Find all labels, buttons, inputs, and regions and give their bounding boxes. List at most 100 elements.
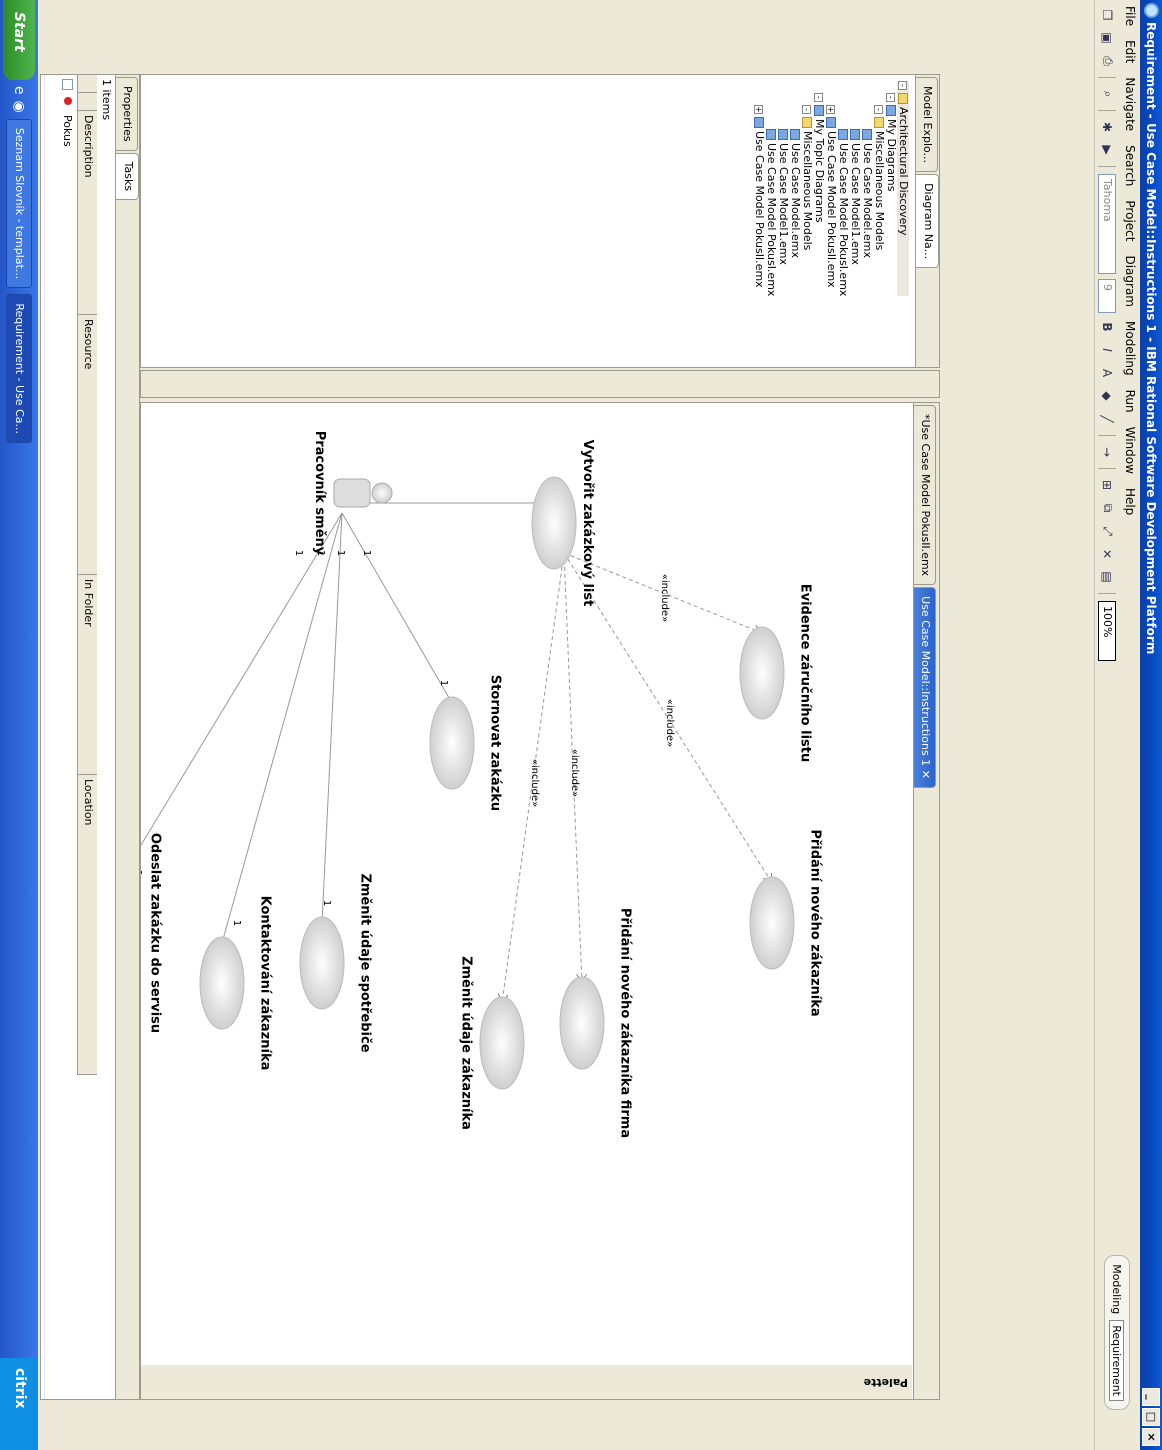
menu-edit[interactable]: Edit	[1123, 40, 1137, 63]
close-button[interactable]: ×	[1142, 1428, 1160, 1446]
expand-toggle-icon[interactable]: +	[826, 105, 836, 114]
tree-item-label: Miscellaneous Models	[801, 131, 814, 251]
debug-icon[interactable]: ✱	[1099, 118, 1117, 136]
main-usecase-label: Vytvořit zakázkový list	[580, 440, 595, 607]
include-label: «include»	[529, 759, 540, 807]
quicklaunch-app-icon[interactable]: ◉	[11, 101, 27, 113]
menu-file[interactable]: File	[1123, 6, 1137, 26]
expand-toggle-icon[interactable]: -	[886, 93, 896, 102]
usecase-ellipse[interactable]	[299, 916, 345, 1010]
layout-icon[interactable]: ⧉	[1099, 499, 1117, 517]
arrow-icon[interactable]: →	[1099, 443, 1117, 461]
association-edge[interactable]	[111, 512, 343, 894]
tree-item[interactable]: Use Case Model.emx	[789, 81, 802, 296]
quicklaunch-ie-icon[interactable]: e	[11, 86, 27, 95]
tree-item[interactable]: Use Case Model1.emx	[849, 81, 862, 296]
tree-item-label: Use Case Model PokusI.emx	[765, 143, 778, 297]
requirement-perspective[interactable]: Requirement	[1109, 1320, 1125, 1401]
usecase-ellipse[interactable]	[531, 476, 577, 570]
usecase-ellipse[interactable]	[739, 626, 785, 720]
usecase-ellipse[interactable]	[199, 936, 245, 1030]
taskbar-item-seznam[interactable]: Seznam Slovník - templat...	[6, 118, 32, 289]
palette-label: Palette	[863, 1376, 908, 1389]
font-size-combo[interactable]: 9	[1098, 279, 1117, 313]
usecase-ellipse[interactable]	[749, 876, 795, 970]
menu-navigate[interactable]: Navigate	[1123, 77, 1137, 131]
usecase-ellipse[interactable]	[559, 976, 605, 1070]
menu-window[interactable]: Window	[1123, 427, 1137, 474]
tree-item[interactable]: - Miscellaneous Models	[801, 81, 814, 296]
start-button[interactable]: Start	[3, 0, 35, 80]
bold-icon[interactable]: B	[1099, 318, 1117, 336]
menu-search[interactable]: Search	[1123, 145, 1137, 186]
font-color-icon[interactable]: A	[1099, 364, 1117, 382]
task-description: Pokus	[61, 115, 74, 147]
tab-pokusii[interactable]: *Use Case Model PokusII.emx	[914, 405, 936, 586]
grid-icon[interactable]: ▤	[1099, 568, 1117, 586]
tasks-count: 1 items	[100, 79, 113, 121]
close-tab-icon[interactable]: ✕	[919, 770, 932, 779]
table-row[interactable]: Pokus	[59, 75, 75, 1399]
align-icon[interactable]: ⊞	[1099, 476, 1117, 494]
expand-toggle-icon[interactable]: -	[898, 81, 908, 90]
tab-instructions[interactable]: Use Case Model::Instructions 1 ✕	[914, 587, 936, 788]
menu-modeling[interactable]: Modeling	[1123, 321, 1137, 376]
palette[interactable]: Palette	[141, 1365, 912, 1399]
usecase-label: Přidání nového zákazníka firma	[618, 908, 633, 1138]
diagram-canvas[interactable]: «include» «include» «include» «include» 1 1 1 1…	[89, 403, 912, 1363]
print-icon[interactable]: ⎙	[1099, 52, 1117, 70]
column-header[interactable]: In Folder	[77, 575, 97, 775]
taskbar-item-requirement[interactable]: Requirement - Use Ca...	[6, 294, 32, 443]
italic-icon[interactable]: I	[1099, 341, 1117, 359]
actor-head-icon[interactable]	[371, 482, 393, 504]
app-window: Requirement - Use Case Model::Instructio…	[16, 0, 1162, 1450]
tab-model-explorer[interactable]: Model Explo...	[916, 77, 938, 173]
font-combo[interactable]: Tahoma	[1098, 174, 1117, 274]
modeling-perspective[interactable]: Modeling	[1111, 1264, 1124, 1314]
column-header[interactable]	[77, 93, 97, 111]
minimize-button[interactable]: _	[1142, 1388, 1160, 1406]
zoom-combo[interactable]: 100%	[1098, 601, 1117, 661]
run-icon[interactable]: ▶	[1099, 141, 1117, 159]
association-edge[interactable]	[341, 512, 453, 704]
line-color-icon[interactable]: ╱	[1099, 410, 1117, 428]
expand-toggle-icon[interactable]: -	[814, 93, 824, 102]
column-header[interactable]: Description	[77, 111, 97, 315]
tab-tasks[interactable]: Tasks	[116, 152, 139, 201]
search-icon[interactable]: ⌕	[1099, 85, 1117, 103]
delete-icon[interactable]: ✕	[1099, 545, 1117, 563]
expand-toggle-icon[interactable]: -	[802, 105, 812, 114]
menu-help[interactable]: Help	[1123, 488, 1137, 515]
save-icon[interactable]: ▣	[1099, 29, 1117, 47]
column-header[interactable]: Resource	[77, 315, 97, 575]
fill-color-icon[interactable]: ◆	[1099, 387, 1117, 405]
menu-run[interactable]: Run	[1123, 390, 1137, 413]
tree-item[interactable]: + Use Case Model PokusII.emx	[753, 81, 766, 296]
column-header[interactable]	[77, 75, 97, 93]
tree-item[interactable]: Use Case Model PokusI.emx	[765, 81, 778, 297]
connector-icon[interactable]: ⤢	[1099, 522, 1117, 540]
tab-diagram-navigator[interactable]: Diagram Na...	[916, 174, 939, 269]
tree-item[interactable]: - My Diagrams	[885, 81, 898, 296]
usecase-ellipse[interactable]	[479, 996, 525, 1090]
tree-item-label: Miscellaneous Models	[873, 131, 886, 251]
tree-item[interactable]: Use Case Model PokusI.emx	[837, 81, 850, 296]
model-icon	[790, 129, 800, 140]
tree-item[interactable]: - Miscellaneous Models	[873, 81, 886, 296]
tree-item[interactable]: Use Case Model.emx	[861, 81, 874, 296]
tree-item[interactable]: - My Topic Diagrams	[813, 81, 826, 296]
tree-item[interactable]: - Architectural Discovery	[897, 81, 910, 297]
expand-toggle-icon[interactable]: -	[874, 105, 884, 114]
expand-toggle-icon[interactable]: +	[754, 105, 764, 114]
column-header[interactable]: Location	[77, 775, 97, 1075]
task-checkbox[interactable]	[62, 79, 73, 90]
menu-diagram[interactable]: Diagram	[1123, 255, 1137, 307]
tab-properties[interactable]: Properties	[116, 77, 138, 151]
tree-item[interactable]: + Use Case Model PokusII.emx	[825, 81, 838, 296]
tree-item[interactable]: Use Case Model1.emx	[777, 81, 790, 296]
maximize-button[interactable]: □	[1142, 1408, 1160, 1426]
actor-body-icon[interactable]	[333, 478, 371, 508]
menu-project[interactable]: Project	[1123, 200, 1137, 241]
usecase-ellipse[interactable]	[429, 696, 475, 790]
new-icon[interactable]: ❐	[1099, 6, 1117, 24]
